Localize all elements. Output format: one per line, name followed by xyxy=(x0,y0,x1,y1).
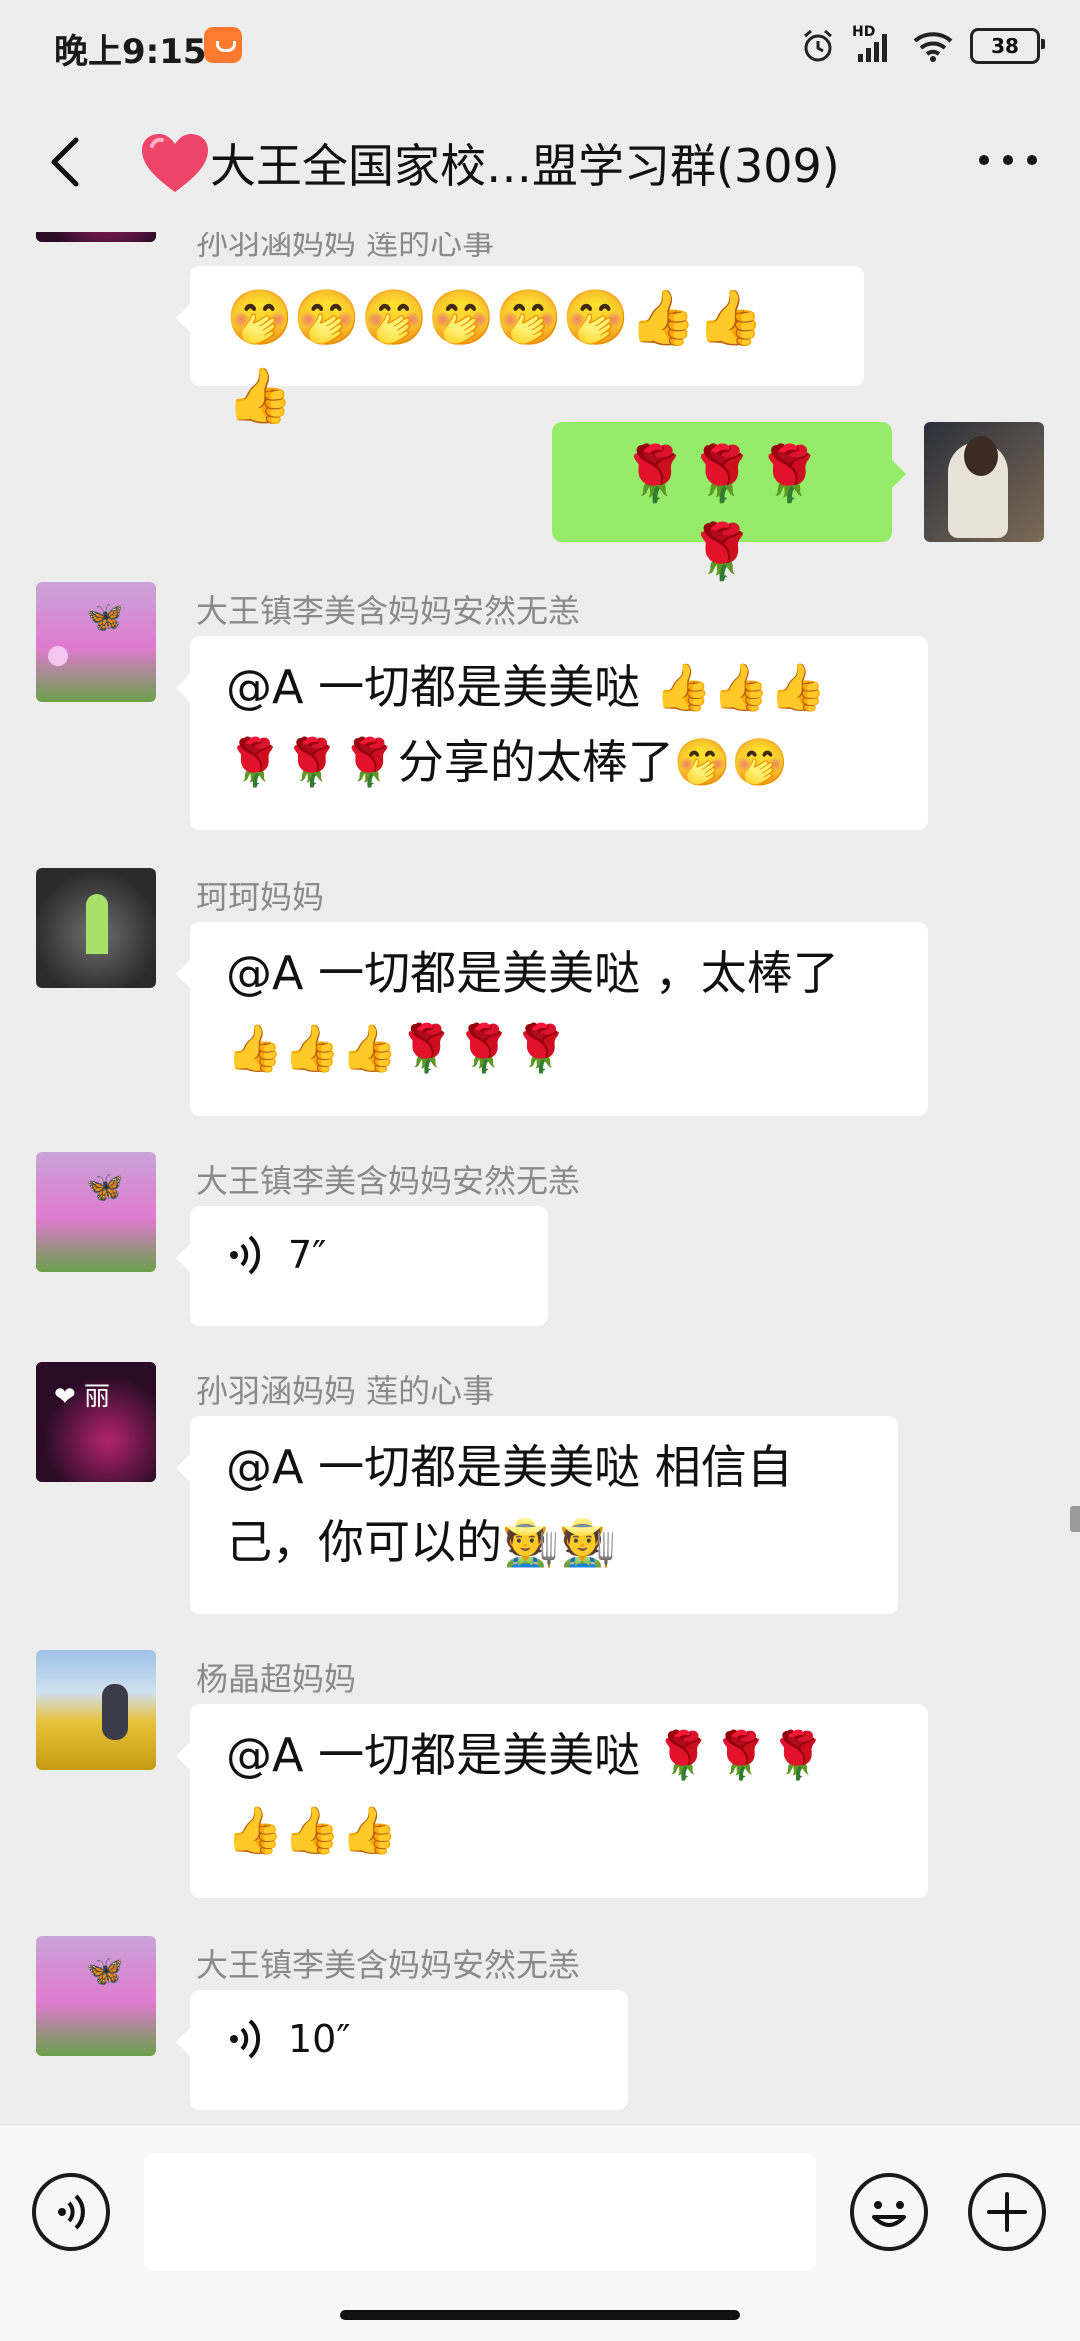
message-text: 🌹🌹🌹🌹 xyxy=(621,442,823,583)
chevron-left-icon[interactable] xyxy=(40,134,96,190)
emoji-button[interactable] xyxy=(850,2173,928,2251)
alarm-icon xyxy=(804,29,832,62)
network-label: HD xyxy=(852,24,876,40)
voice-message-bubble[interactable]: 7″ xyxy=(176,1206,548,1326)
avatar[interactable]: 🦋 xyxy=(36,1936,156,2056)
voice-input-button[interactable] xyxy=(32,2173,110,2251)
message-text: 🤭🤭🤭🤭🤭🤭👍👍👍 xyxy=(226,286,764,427)
message-list[interactable]: ❤ 丽 孙羽涵妈妈 莲的心事 🤭🤭🤭🤭🤭🤭👍👍👍 🌹🌹🌹🌹 🦋 大王镇李美含妈妈… xyxy=(0,232,1080,2122)
voice-wave-icon xyxy=(230,2019,261,2059)
avatar[interactable]: 🦋 xyxy=(36,1152,156,1272)
battery-level: 38 xyxy=(991,34,1019,58)
sender-name: 大王镇李美含妈妈安然无恙 xyxy=(196,1162,581,1200)
sender-name: 孙羽涵妈妈 莲的心事 xyxy=(196,232,495,262)
status-bar: 晚上9:15 HD 38 xyxy=(0,0,1080,92)
app-notification-icon xyxy=(204,27,242,63)
message-bubble[interactable]: @A 一切都是美美哒 ，太棒了 👍👍👍🌹🌹🌹 xyxy=(176,922,928,1116)
wifi-icon xyxy=(913,32,953,62)
avatar[interactable]: ❤ 丽 xyxy=(36,1362,156,1482)
message-bubble[interactable]: @A 一切都是美美哒 👍👍👍 🌹🌹🌹分享的太棒了🤭🤭 xyxy=(176,636,928,830)
sender-name: 孙羽涵妈妈 莲的心事 xyxy=(196,1372,495,1410)
message-input[interactable] xyxy=(144,2153,816,2271)
voice-message-bubble[interactable]: 10″ xyxy=(176,1990,628,2110)
voice-message[interactable]: 10″ xyxy=(226,2004,592,2074)
voice-input-icon xyxy=(58,2194,85,2230)
avatar-self[interactable] xyxy=(924,422,1044,542)
more-dots-icon[interactable] xyxy=(972,140,1044,180)
message-bubble[interactable]: @A 一切都是美美哒 🌹🌹🌹 👍👍👍 xyxy=(176,1704,928,1898)
voice-duration: 10″ xyxy=(288,2017,351,2061)
sender-name: 大王镇李美含妈妈安然无恙 xyxy=(196,592,581,630)
message-text-line: 🌹🌹🌹分享的太棒了🤭🤭 xyxy=(226,735,789,789)
red-heart-icon xyxy=(142,134,208,192)
scroll-indicator[interactable] xyxy=(1070,1506,1080,1532)
plus-icon xyxy=(987,2192,1027,2232)
chat-title[interactable]: 大王全国家校…盟学习群(309) xyxy=(210,130,840,196)
message-text-line: 👍👍👍🌹🌹🌹 xyxy=(226,1021,570,1075)
battery-indicator: 38 xyxy=(970,28,1045,64)
avatar-text: ❤ 丽 xyxy=(54,1382,111,1412)
plus-button[interactable] xyxy=(968,2173,1046,2251)
message-text-line: @A 一切都是美美哒 ，太棒了 xyxy=(226,946,839,1000)
voice-message[interactable]: 7″ xyxy=(226,1220,512,1290)
message-text-line: 己，你可以的🧑‍🌾🧑‍🌾 xyxy=(226,1515,617,1569)
message-bubble-outgoing[interactable]: 🌹🌹🌹🌹 xyxy=(552,422,906,583)
input-bar xyxy=(0,2124,1080,2341)
avatar[interactable]: ❤ 丽 xyxy=(36,232,156,242)
message-text-line: 👍👍👍 xyxy=(226,1803,398,1857)
message-text-line: @A 一切都是美美哒 相信自 xyxy=(226,1440,793,1494)
status-icons: HD 38 xyxy=(800,24,1045,68)
message-bubble[interactable]: @A 一切都是美美哒 相信自 己，你可以的🧑‍🌾🧑‍🌾 xyxy=(176,1416,898,1614)
sender-name: 杨晶超妈妈 xyxy=(196,1660,357,1698)
message-bubble[interactable]: 🤭🤭🤭🤭🤭🤭👍👍👍 xyxy=(176,266,864,427)
voice-duration: 7″ xyxy=(288,1233,327,1277)
avatar[interactable]: 🦋 xyxy=(36,582,156,702)
message-text-line: @A 一切都是美美哒 👍👍👍 xyxy=(226,660,827,714)
signal-icon: HD xyxy=(852,24,896,64)
sender-name: 珂珂妈妈 xyxy=(196,878,325,916)
smiley-icon xyxy=(872,2201,906,2227)
message-text-line: @A 一切都是美美哒 🌹🌹🌹 xyxy=(226,1728,827,1782)
voice-wave-icon xyxy=(230,1235,261,1275)
status-time: 晚上9:15 xyxy=(54,32,207,72)
avatar[interactable] xyxy=(36,868,156,988)
avatar[interactable] xyxy=(36,1650,156,1770)
chat-header: 大王全国家校…盟学习群(309) xyxy=(0,92,1080,232)
sender-name: 大王镇李美含妈妈安然无恙 xyxy=(196,1946,581,1984)
home-indicator[interactable] xyxy=(340,2310,740,2320)
